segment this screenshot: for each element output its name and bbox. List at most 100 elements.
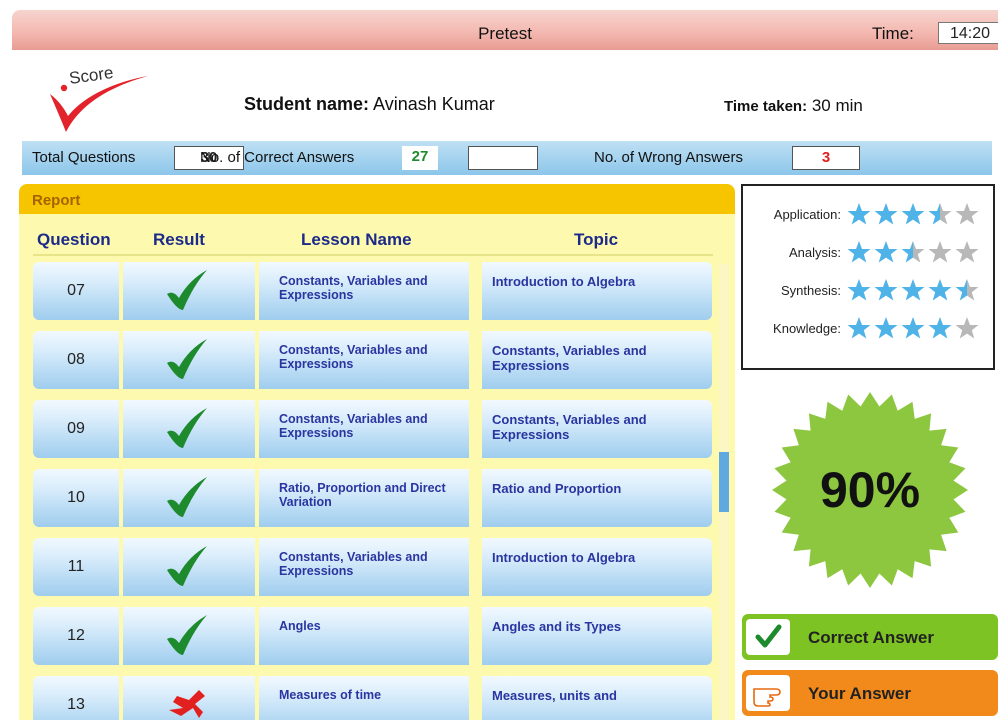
- lesson-cell: Measures of time: [259, 676, 469, 720]
- score-badge: 90%: [770, 390, 970, 590]
- topic-cell: Constants, Variables and Expressions: [482, 400, 712, 458]
- star-rating: [847, 316, 982, 345]
- checkmark-icon: [167, 408, 207, 448]
- lesson-name: Measures of time: [279, 688, 382, 702]
- wrong-answers-value: 3: [792, 146, 860, 170]
- topic-name: Angles and its Types: [492, 619, 622, 634]
- star-icon: [874, 279, 898, 301]
- column-question: Question: [37, 230, 111, 249]
- table-row[interactable]: 13 Measures of time Measures, units and: [33, 676, 723, 720]
- time-taken-info: Time taken: 30 min: [724, 96, 863, 116]
- star-icon: [928, 203, 952, 225]
- legend-correct: Correct Answer: [742, 614, 998, 660]
- lesson-cell: Constants, Variables and Expressions: [259, 262, 469, 320]
- lesson-cell: Constants, Variables and Expressions: [259, 538, 469, 596]
- time-taken-value: 30 min: [811, 96, 863, 115]
- table-row[interactable]: 10 Ratio, Proportion and Direct Variation…: [33, 469, 723, 527]
- question-number-cell: 11: [33, 538, 119, 596]
- result-cell: [123, 538, 255, 596]
- topic-cell: Measures, units and: [482, 676, 712, 720]
- question-number: 08: [67, 351, 85, 368]
- star-icon: [928, 279, 952, 301]
- result-cell: [123, 607, 255, 665]
- star-icon: [901, 241, 925, 263]
- lesson-name: Angles: [279, 619, 321, 633]
- checkmark-icon: [167, 615, 207, 655]
- iscore-logo: Score: [44, 56, 154, 136]
- lesson-name: Constants, Variables and Expressions: [279, 412, 428, 440]
- star-icon: [847, 317, 871, 339]
- table-row[interactable]: 11 Constants, Variables and Expressions In…: [33, 538, 723, 596]
- lesson-name: Ratio, Proportion and Direct Variation: [279, 481, 446, 509]
- question-number: 09: [67, 420, 85, 437]
- lesson-name: Constants, Variables and Expressions: [279, 274, 428, 302]
- table-row[interactable]: 07 Constants, Variables and Expressions In…: [33, 262, 723, 320]
- student-label: Student name:: [244, 94, 370, 114]
- wrong-answers-label: No. of Wrong Answers: [594, 149, 743, 166]
- topic-cell: Angles and its Types: [482, 607, 712, 665]
- checkmark-icon: [167, 270, 207, 310]
- topic-name: Constants, Variables and Expressions: [492, 412, 647, 442]
- question-number: 10: [67, 489, 85, 506]
- legend-correct-label: Correct Answer: [808, 628, 934, 647]
- skill-label: Synthesis:: [781, 283, 841, 298]
- skill-row: Synthesis:: [743, 276, 993, 306]
- checkmark-icon: [167, 339, 207, 379]
- star-rating: [847, 240, 982, 269]
- skill-row: Analysis:: [743, 238, 993, 268]
- result-cell: [123, 262, 255, 320]
- table-row[interactable]: 12 Angles Angles and its Types: [33, 607, 723, 665]
- question-number: 13: [67, 696, 85, 713]
- topic-name: Introduction to Algebra: [492, 550, 636, 565]
- star-icon: [901, 203, 925, 225]
- empty-box: [468, 146, 538, 170]
- topic-cell: Introduction to Algebra: [482, 262, 712, 320]
- star-icon: [874, 203, 898, 225]
- correct-answers-value: 27: [402, 146, 438, 170]
- topic-name: Constants, Variables and Expressions: [492, 343, 647, 373]
- logo-text: Score: [68, 63, 115, 88]
- lesson-name: Constants, Variables and Expressions: [279, 343, 428, 371]
- skill-row: Knowledge:: [743, 314, 993, 344]
- star-icon: [847, 279, 871, 301]
- question-number-cell: 07: [33, 262, 119, 320]
- topic-cell: Introduction to Algebra: [482, 538, 712, 596]
- total-questions-label: Total Questions: [32, 149, 136, 166]
- skill-label: Analysis:: [788, 245, 841, 260]
- checkmark-icon: [746, 619, 790, 655]
- title-bar: Pretest Time: 14:20: [12, 10, 998, 50]
- lesson-cell: Angles: [259, 607, 469, 665]
- skills-panel: Application: Analysis: Synthesis: Knowledge…: [741, 184, 995, 370]
- star-icon: [928, 317, 952, 339]
- skill-label: Application:: [773, 207, 841, 222]
- question-number-cell: 08: [33, 331, 119, 389]
- scrollbar-thumb[interactable]: [719, 452, 729, 512]
- table-row[interactable]: 08 Constants, Variables and Expressions Co…: [33, 331, 723, 389]
- test-title: Pretest: [478, 24, 532, 43]
- topic-cell: Constants, Variables and Expressions: [482, 331, 712, 389]
- report-scrollbar[interactable]: [719, 264, 729, 720]
- question-number-cell: 10: [33, 469, 119, 527]
- star-icon: [874, 241, 898, 263]
- checkmark-icon: [167, 546, 207, 586]
- topic-name: Introduction to Algebra: [492, 274, 636, 289]
- column-result: Result: [153, 230, 205, 249]
- pointing-hand-icon: [746, 675, 790, 711]
- result-cell: [123, 676, 255, 720]
- question-number: 07: [67, 282, 85, 299]
- legend-your-answer-label: Your Answer: [808, 684, 911, 703]
- correct-answers-label: No. of Correct Answers: [200, 149, 355, 166]
- cross-icon: [169, 690, 205, 718]
- lesson-cell: Constants, Variables and Expressions: [259, 331, 469, 389]
- question-number: 11: [67, 558, 85, 575]
- report-panel: Report Question Result Lesson Name Topic…: [19, 184, 735, 720]
- table-row[interactable]: 09 Constants, Variables and Expressions Co…: [33, 400, 723, 458]
- lesson-cell: Ratio, Proportion and Direct Variation: [259, 469, 469, 527]
- star-icon: [847, 241, 871, 263]
- stats-bar: Total Questions 30 No. of Correct Answer…: [22, 141, 992, 175]
- star-icon: [928, 241, 952, 263]
- score-percent: 90%: [819, 462, 921, 518]
- star-rating: [847, 278, 982, 307]
- result-cell: [123, 331, 255, 389]
- star-icon: [901, 279, 925, 301]
